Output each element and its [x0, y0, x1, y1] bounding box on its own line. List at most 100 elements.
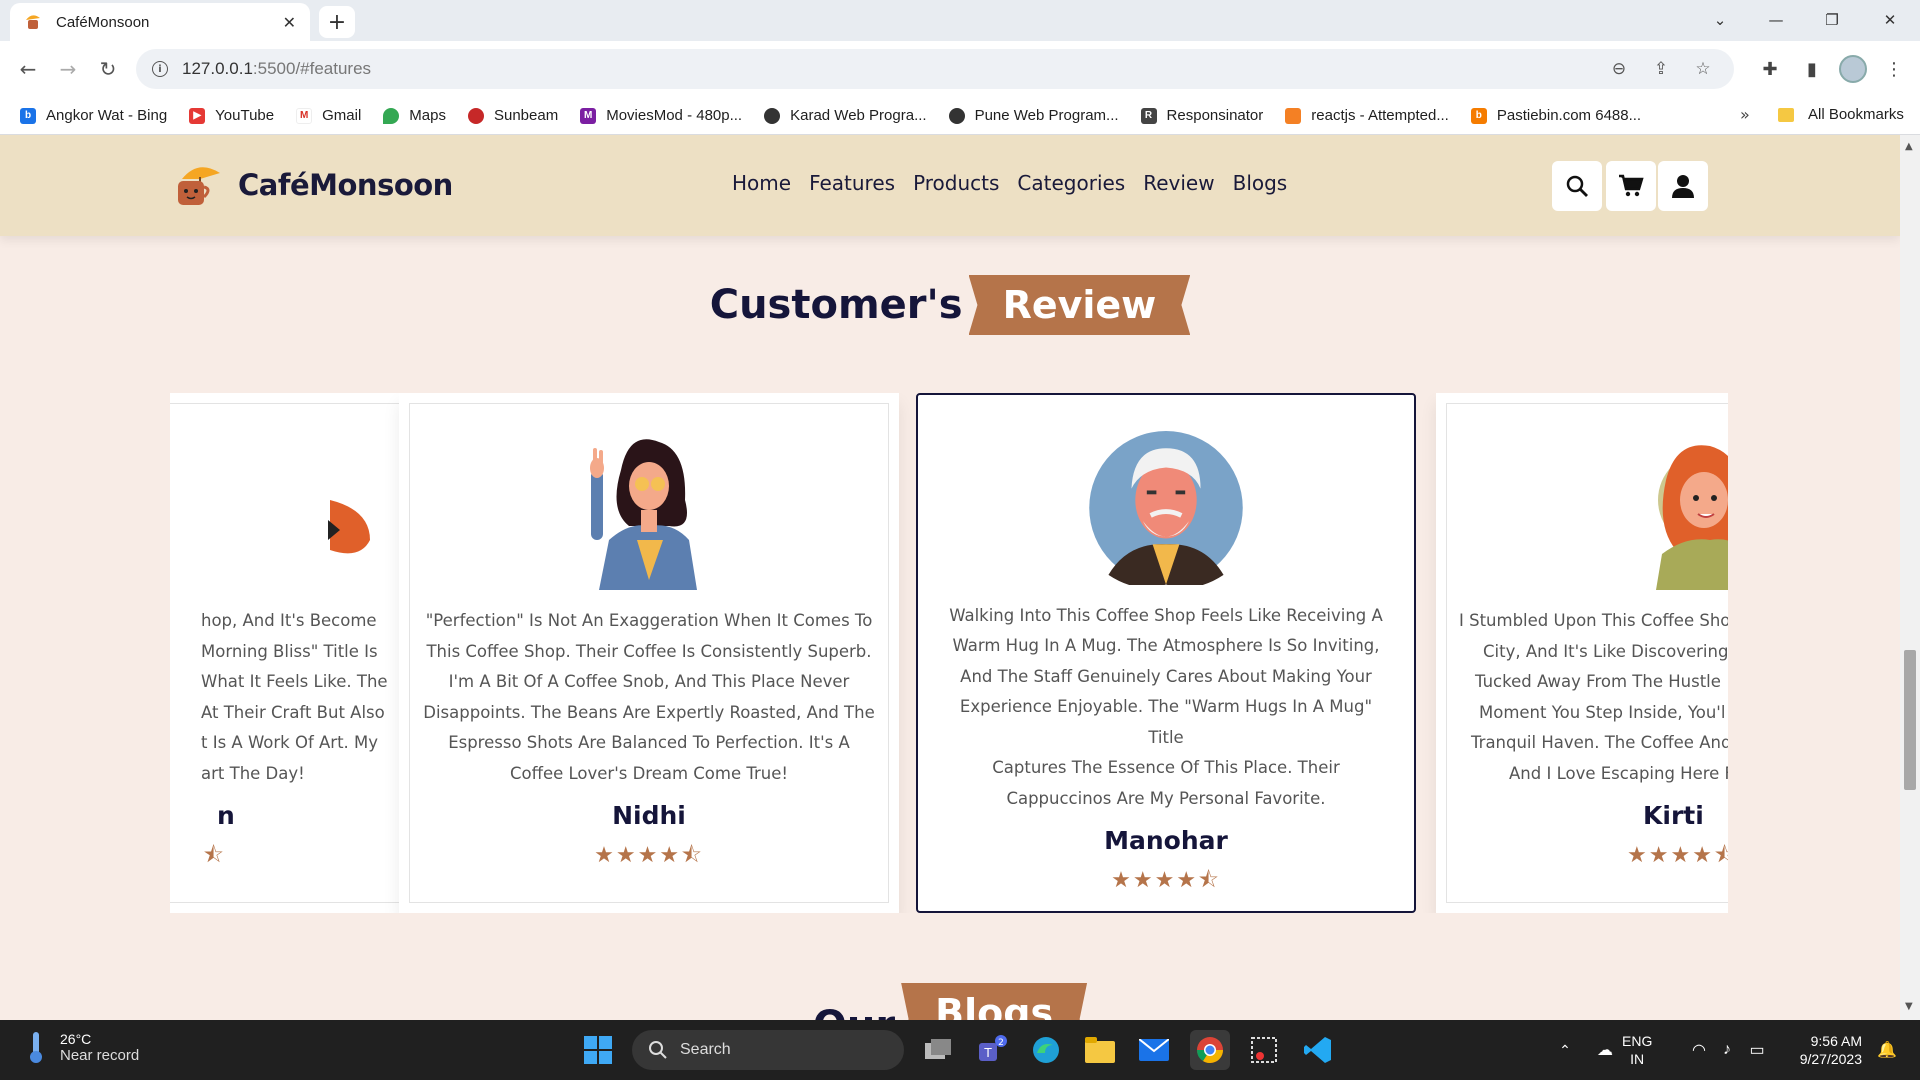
scroll-up-arrow-icon[interactable]: ▲	[1905, 141, 1913, 152]
star-half-icon: ⯪	[1713, 843, 1728, 868]
logo-text: CaféMonsoon	[238, 168, 453, 202]
nav-products[interactable]: Products	[913, 171, 999, 195]
extensions-icon[interactable]: ✚	[1754, 53, 1786, 85]
file-explorer-icon[interactable]	[1080, 1030, 1120, 1070]
bookmark-label: Gmail	[322, 107, 362, 124]
star-icon: ★	[1176, 868, 1199, 893]
mail-icon[interactable]	[1134, 1030, 1174, 1070]
battery-icon[interactable]: ▭	[1742, 1020, 1772, 1080]
bookmark-label: Angkor Wat - Bing	[46, 107, 168, 124]
bookmark-star-icon[interactable]: ☆	[1688, 59, 1718, 79]
scroll-down-arrow-icon[interactable]: ▼	[1905, 1001, 1913, 1012]
onedrive-cloud-icon[interactable]: ☁	[1588, 1020, 1622, 1080]
chrome-menu-icon[interactable]: ⋮	[1878, 53, 1910, 85]
forward-button[interactable]: →	[50, 51, 86, 87]
cart-icon	[1619, 174, 1644, 197]
task-view-glyph	[925, 1039, 951, 1059]
review-card[interactable]: "Perfection" Is Not An Exaggeration When…	[399, 393, 899, 913]
tab-search-chevron-icon[interactable]: ⌄	[1692, 0, 1748, 40]
bookmark-item[interactable]: reactjs - Attempted...	[1285, 107, 1449, 124]
bookmark-item[interactable]: M MoviesMod - 480p...	[580, 107, 742, 124]
new-tab-button[interactable]: +	[319, 6, 355, 38]
share-icon[interactable]: ⇪	[1646, 59, 1676, 79]
review-slider[interactable]: hop, And It's Become Morning Bliss" Titl…	[170, 393, 1728, 913]
user-button[interactable]	[1658, 161, 1708, 211]
more-bookmarks-chevron-icon[interactable]: »	[1740, 105, 1750, 124]
weather-widget[interactable]: 26°C Near record	[24, 1030, 139, 1064]
globe-icon	[764, 107, 781, 124]
browser-tab[interactable]: CaféMonsoon ✕	[10, 3, 310, 41]
input-language[interactable]: ENG IN	[1622, 1032, 1652, 1068]
stackoverflow-icon	[1285, 107, 1302, 124]
bookmark-item[interactable]: Karad Web Progra...	[764, 107, 927, 124]
bookmark-item[interactable]: M Gmail	[296, 107, 361, 124]
vscode-icon[interactable]	[1298, 1030, 1338, 1070]
zoom-icon[interactable]: ⊖	[1604, 59, 1634, 79]
review-card-active[interactable]: Walking Into This Coffee Shop Feels Like…	[916, 393, 1416, 913]
minimize-button[interactable]: —	[1748, 0, 1804, 40]
profile-avatar[interactable]	[1839, 55, 1867, 83]
search-button[interactable]	[1552, 161, 1602, 211]
edge-icon[interactable]	[1026, 1030, 1066, 1070]
blogs-title-plain: Our	[813, 1003, 895, 1020]
chrome-icon[interactable]	[1190, 1030, 1230, 1070]
back-button[interactable]: ←	[10, 51, 46, 87]
rating-stars: ★★★★⯪	[1111, 863, 1221, 901]
nav-categories[interactable]: Categories	[1017, 171, 1125, 195]
address-bar[interactable]: i 127.0.0.1:5500/#features ⊖ ⇪ ☆	[136, 49, 1734, 89]
review-title-plain: Customer's	[709, 282, 963, 328]
review-line: This Coffee Shop. Their Coffee Is Consis…	[426, 641, 872, 661]
old-man-avatar	[1089, 431, 1243, 585]
gmail-icon: M	[296, 107, 313, 124]
review-line: Tucked Away From The Hustle	[1475, 672, 1721, 691]
all-bookmarks-folder[interactable]: All Bookmarks	[1778, 106, 1904, 123]
nav-home[interactable]: Home	[732, 171, 791, 195]
youtube-icon: ▶	[189, 107, 206, 124]
reviewer-name: Manohar	[1104, 826, 1228, 855]
tray-overflow-chevron-icon[interactable]: ⌃	[1552, 1020, 1578, 1080]
start-button[interactable]	[578, 1030, 618, 1070]
notification-bell-icon[interactable]: 🔔	[1874, 1020, 1900, 1080]
nav-blogs[interactable]: Blogs	[1233, 171, 1288, 195]
folder-glyph	[1085, 1037, 1115, 1063]
reload-button[interactable]: ↻	[90, 51, 126, 87]
taskbar-search[interactable]: Search	[632, 1030, 904, 1070]
side-panel-icon[interactable]: ▮	[1796, 53, 1828, 85]
nav-review[interactable]: Review	[1143, 171, 1214, 195]
bookmark-item[interactable]: R Responsinator	[1140, 107, 1263, 124]
url-text[interactable]: 127.0.0.1:5500/#features	[182, 59, 1592, 79]
review-title-highlight: Review	[968, 275, 1191, 335]
teams-icon[interactable]: T2	[972, 1030, 1012, 1070]
star-icon: ★	[1648, 843, 1671, 868]
snipping-tool-icon[interactable]	[1244, 1030, 1284, 1070]
site-info-icon[interactable]: i	[152, 61, 168, 77]
task-view-icon[interactable]	[918, 1030, 958, 1070]
bookmark-item[interactable]: Sunbeam	[467, 107, 558, 124]
tab-close-icon[interactable]: ✕	[283, 13, 296, 32]
bookmark-item[interactable]: b Pastiebin.com 6488...	[1470, 107, 1641, 124]
review-card-inner: Walking Into This Coffee Shop Feels Like…	[928, 405, 1404, 901]
scrollbar-thumb[interactable]	[1904, 650, 1916, 790]
restore-button[interactable]: ❐	[1804, 0, 1860, 40]
bookmark-item[interactable]: Maps	[383, 107, 446, 124]
clock-time: 9:56 AM	[1810, 1033, 1862, 1049]
review-card[interactable]: I Stumbled Upon This Coffee Sho City, An…	[1436, 393, 1728, 913]
page-scrollbar[interactable]: ▲ ▼	[1900, 135, 1920, 1020]
site-logo[interactable]: CaféMonsoon	[170, 157, 453, 213]
bookmark-item[interactable]: ▶ YouTube	[189, 107, 274, 124]
volume-icon[interactable]: ♪	[1714, 1020, 1740, 1080]
review-section-title: Customer's Review	[0, 275, 1900, 335]
review-line: "Perfection" Is Not An Exaggeration When…	[425, 611, 873, 630]
review-line: I'm A Bit Of A Coffee Snob, And This Pla…	[448, 672, 850, 691]
bookmark-item[interactable]: b Angkor Wat - Bing	[20, 107, 167, 124]
red-hair-woman-avatar	[1656, 445, 1728, 590]
vscode-glyph	[1304, 1037, 1331, 1063]
taskbar-clock[interactable]: 9:56 AM 9/27/2023	[1790, 1032, 1862, 1068]
bookmark-item[interactable]: Pune Web Program...	[948, 107, 1119, 124]
cart-button[interactable]	[1606, 161, 1656, 211]
nav-features[interactable]: Features	[809, 171, 895, 195]
close-window-button[interactable]: ✕	[1862, 0, 1918, 40]
wifi-icon[interactable]: ◠	[1684, 1020, 1714, 1080]
review-text: I Stumbled Upon This Coffee Sho City, An…	[1447, 606, 1728, 789]
star-icon: ★	[659, 843, 682, 868]
